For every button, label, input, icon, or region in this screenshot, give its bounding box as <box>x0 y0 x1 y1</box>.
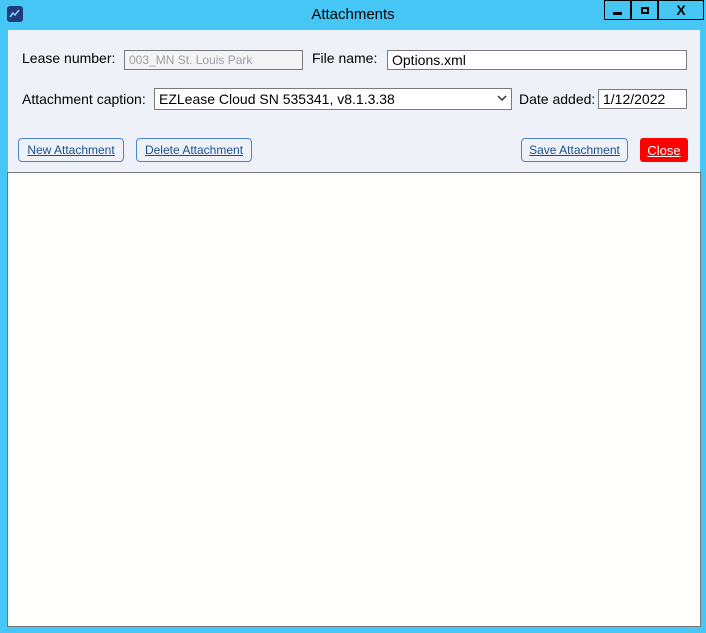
close-button-label: Close <box>647 142 681 158</box>
delete-attachment-label: Delete Attachment <box>144 143 244 157</box>
delete-attachment-button[interactable]: Delete Attachment <box>136 138 252 162</box>
attachment-caption-select[interactable]: EZLease Cloud SN 535341, v8.1.3.38 <box>154 88 512 110</box>
file-name-field[interactable]: Options.xml <box>387 50 687 70</box>
save-attachment-button[interactable]: Save Attachment <box>521 138 628 162</box>
chevron-down-icon <box>497 95 507 102</box>
title-bar: Attachments X <box>0 0 706 30</box>
window-close-button[interactable]: X <box>658 0 704 20</box>
close-button[interactable]: Close <box>640 138 688 162</box>
save-attachment-label: Save Attachment <box>529 143 620 157</box>
file-name-label: File name: <box>312 50 378 66</box>
attachment-viewer[interactable] <box>7 172 701 627</box>
maximize-button[interactable] <box>631 0 658 20</box>
attachment-caption-label: Attachment caption: <box>22 91 146 107</box>
date-added-label: Date added: <box>519 91 596 107</box>
lease-number-field[interactable]: 003_MN St. Louis Park <box>124 50 303 70</box>
lease-number-label: Lease number: <box>22 50 116 66</box>
maximize-icon <box>640 6 649 14</box>
date-added-field[interactable]: 1/12/2022 <box>598 89 687 109</box>
new-attachment-label: New Attachment <box>27 143 115 157</box>
close-x-icon: X <box>676 2 686 18</box>
form-panel: Lease number: 003_MN St. Louis Park File… <box>8 30 700 172</box>
minimize-icon <box>613 11 622 15</box>
window-title: Attachments <box>311 6 395 23</box>
new-attachment-button[interactable]: New Attachment <box>18 138 124 162</box>
minimize-button[interactable] <box>604 0 631 20</box>
attachment-caption-value: EZLease Cloud SN 535341, v8.1.3.38 <box>159 91 395 107</box>
